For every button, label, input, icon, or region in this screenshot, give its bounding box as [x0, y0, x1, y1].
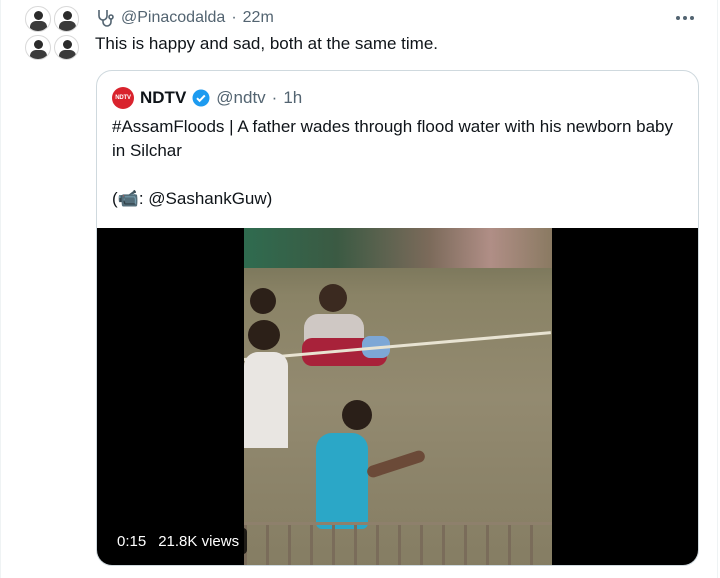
quoted-tweet-body: #AssamFloods | A father wades through fl…: [112, 117, 674, 160]
stethoscope-icon: [98, 10, 114, 27]
quoted-tweet[interactable]: NDTV NDTV @ndtv · 1h #AssamFloods | A fa…: [96, 70, 699, 566]
avatar-tile: [25, 6, 51, 32]
avatar-tile: [25, 34, 51, 60]
quoted-author-handle[interactable]: @ndtv: [216, 88, 265, 108]
video-info-overlay: 0:15 21.8K views: [109, 528, 248, 554]
video-player[interactable]: 0:15 21.8K views: [97, 228, 698, 565]
quoted-tweet-header: NDTV NDTV @ndtv · 1h: [112, 87, 302, 109]
video-frame: [244, 228, 552, 565]
quoted-tweet-text: #AssamFloods | A father wades through fl…: [112, 115, 682, 211]
more-options-icon[interactable]: [673, 10, 697, 26]
avatar-tile: [53, 34, 79, 60]
video-views: 21.8K views: [158, 532, 240, 550]
tweet-text: This is happy and sad, both at the same …: [95, 34, 439, 53]
tweet-card[interactable]: @Pinacodalda · 22m This is happy and sad…: [0, 0, 718, 578]
separator: ·: [231, 9, 237, 26]
tweet-time[interactable]: 22m: [243, 9, 274, 27]
verified-badge-icon: [192, 89, 210, 107]
author-handle[interactable]: @Pinacodalda: [121, 9, 225, 27]
quoted-author-name[interactable]: NDTV: [140, 88, 186, 108]
tweet-header: @Pinacodalda · 22m: [95, 8, 274, 28]
video-timestamp: 0:15: [117, 532, 147, 550]
quoted-tweet-time[interactable]: 1h: [283, 88, 302, 108]
avatar[interactable]: [25, 6, 79, 60]
video-credit: (📹: @SashankGuw): [112, 189, 273, 208]
avatar-tile: [53, 6, 79, 32]
ndtv-logo[interactable]: NDTV: [112, 87, 134, 109]
separator: ·: [271, 88, 278, 107]
